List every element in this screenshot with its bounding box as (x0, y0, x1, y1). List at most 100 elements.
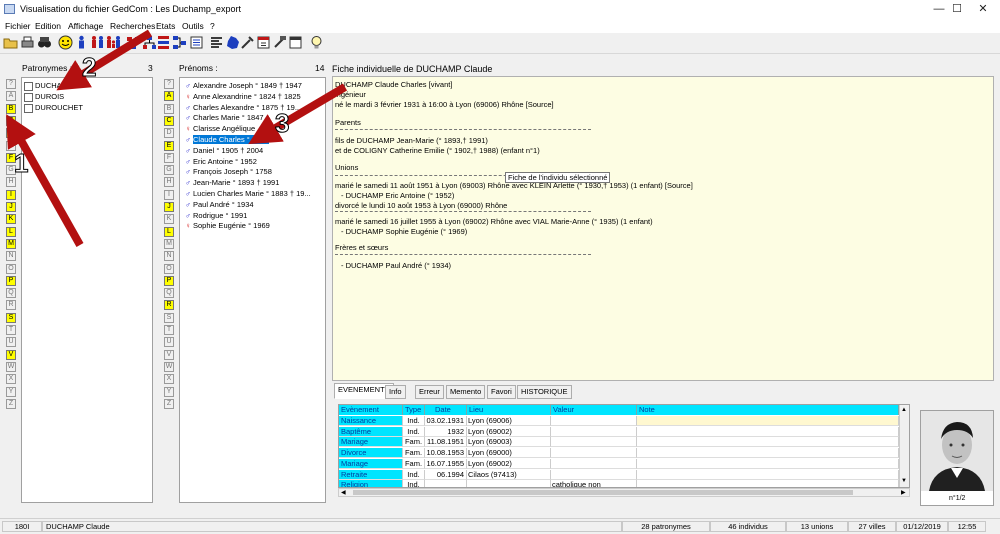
column-header[interactable]: Date (425, 405, 467, 415)
letter-s-button[interactable]: S (6, 312, 16, 323)
letter-y-button[interactable]: Y (6, 386, 16, 397)
letter-p-button[interactable]: P (164, 275, 174, 286)
letter-q-button[interactable]: Q (164, 288, 174, 299)
table-cell[interactable] (637, 458, 899, 469)
print-icon[interactable] (20, 35, 35, 50)
letter-y-button[interactable]: Y (164, 386, 174, 397)
chart-icon[interactable] (172, 35, 187, 50)
map-france-icon[interactable] (225, 35, 240, 50)
letter-i-button[interactable]: I (6, 189, 16, 200)
letter-a-button[interactable]: A (6, 91, 16, 102)
menu-affichage[interactable]: Affichage (68, 21, 103, 31)
table-cell[interactable]: Lyon (69000) (467, 448, 551, 459)
family-icon[interactable] (106, 35, 121, 50)
letter-unknown-button[interactable]: ? (164, 79, 174, 89)
table-cell[interactable] (551, 448, 637, 459)
table-cell[interactable]: Ind. (403, 426, 425, 437)
menu-fichier[interactable]: Fichier (5, 21, 31, 31)
table-cell[interactable]: catholique non (551, 480, 637, 487)
letter-o-button[interactable]: O (164, 263, 174, 274)
tab-erreur[interactable]: Erreur (415, 385, 444, 399)
firstname-item[interactable]: ♂ Daniel ° 1905 † 2004 (183, 145, 263, 156)
portrait-photo[interactable]: n°1/2 (920, 410, 994, 506)
table-cell[interactable]: Lyon (69002) (467, 426, 551, 437)
close-button[interactable]: ✕ (966, 0, 1000, 19)
firstname-item[interactable]: ♂ Rodrigue ° 1991 (183, 210, 247, 221)
firstname-item[interactable]: ♂ Eric Antoine ° 1952 (183, 156, 257, 167)
letter-u-button[interactable]: U (6, 337, 16, 348)
surname-item[interactable]: DUROIS (24, 92, 64, 102)
tab-memento[interactable]: Memento (446, 385, 486, 399)
horizontal-scrollbar[interactable]: ◀ ▶ (338, 488, 910, 497)
list-icon[interactable] (189, 35, 204, 50)
letter-d-button[interactable]: D (6, 128, 16, 139)
table-cell[interactable] (425, 480, 467, 487)
table-cell[interactable] (467, 480, 551, 487)
table-cell[interactable] (637, 469, 899, 480)
descendants-icon[interactable] (142, 35, 157, 50)
firstname-item[interactable]: ♀ Sophie Eugénie ° 1969 (183, 220, 270, 231)
list-icon[interactable] (209, 35, 224, 50)
firstname-item[interactable]: ♂ Charles Alexandre ° 1875 † 19.. (183, 102, 299, 113)
firstname-item[interactable]: ♂ Paul André ° 1934 (183, 199, 253, 210)
table-cell[interactable]: 06.1994 (425, 469, 467, 480)
calendar-icon[interactable] (256, 35, 271, 50)
letter-r-button[interactable]: R (164, 300, 174, 311)
table-cell[interactable]: Cilaos (97413) (467, 469, 551, 480)
event-type-cell[interactable]: Mariage (339, 458, 403, 469)
table-cell[interactable]: Ind. (403, 480, 425, 487)
letter-b-button[interactable]: B (6, 103, 16, 114)
event-type-cell[interactable]: Divorce (339, 448, 403, 459)
event-type-cell[interactable]: Naissance (339, 416, 403, 426)
table-cell[interactable] (637, 416, 899, 426)
firstname-item[interactable]: ♀ Anne Alexandrine ° 1824 † 1825 (183, 91, 301, 102)
letter-z-button[interactable]: Z (6, 398, 16, 409)
table-cell[interactable]: Fam. (403, 437, 425, 448)
smiley-icon[interactable] (58, 35, 73, 50)
letter-r-button[interactable]: R (6, 300, 16, 311)
table-cell[interactable]: Ind. (403, 416, 425, 426)
table-cell[interactable] (551, 426, 637, 437)
letter-f-button[interactable]: F (6, 152, 16, 163)
column-header[interactable]: Note (637, 405, 899, 415)
tools-icon[interactable] (240, 35, 255, 50)
column-header[interactable]: Evènement (339, 405, 403, 415)
table-cell[interactable] (551, 458, 637, 469)
letter-g-button[interactable]: G (164, 165, 174, 176)
scroll-thumb[interactable] (353, 490, 853, 495)
firstname-item[interactable]: ♂ Claude Charles ° 1931 (183, 134, 269, 145)
letter-t-button[interactable]: T (6, 325, 16, 335)
letter-unknown-button[interactable]: ? (6, 79, 16, 89)
letter-l-button[interactable]: L (164, 226, 174, 237)
menu-edition[interactable]: Edition (35, 21, 61, 31)
letter-a-button[interactable]: A (164, 91, 174, 102)
table-cell[interactable] (637, 480, 899, 487)
letter-z-button[interactable]: Z (164, 398, 174, 409)
letter-c-button[interactable]: C (164, 115, 174, 126)
firstname-item[interactable]: ♂ Jean-Marie ° 1893 † 1991 (183, 177, 279, 188)
letter-k-button[interactable]: K (6, 214, 16, 225)
letter-j-button[interactable]: J (6, 202, 16, 212)
column-header[interactable]: Valeur (551, 405, 637, 415)
tab-favori[interactable]: Favori (487, 385, 516, 399)
table-cell[interactable]: Lyon (69002) (467, 458, 551, 469)
menu-outils[interactable]: Outils (182, 21, 204, 31)
letter-p-button[interactable]: P (6, 275, 16, 286)
scroll-right-icon[interactable]: ▶ (901, 489, 906, 496)
letter-l-button[interactable]: L (6, 226, 16, 237)
table-cell[interactable]: Fam. (403, 448, 425, 459)
letter-x-button[interactable]: X (164, 374, 174, 385)
table-cell[interactable]: 1932 (425, 426, 467, 437)
table-cell[interactable]: Ind. (403, 469, 425, 480)
male-person-icon[interactable] (74, 35, 89, 50)
table-cell[interactable] (637, 448, 899, 459)
couple-icon[interactable] (90, 35, 105, 50)
letter-h-button[interactable]: H (6, 177, 16, 188)
table-cell[interactable] (637, 437, 899, 448)
letter-x-button[interactable]: X (6, 374, 16, 385)
scroll-left-icon[interactable]: ◀ (341, 489, 346, 496)
firstname-item[interactable]: ♂ François Joseph ° 1758 (183, 166, 272, 177)
table-cell[interactable]: 16.07.1955 (425, 458, 467, 469)
surname-checkbox[interactable] (24, 92, 33, 102)
surname-item[interactable]: DUCHAMP (24, 81, 73, 91)
